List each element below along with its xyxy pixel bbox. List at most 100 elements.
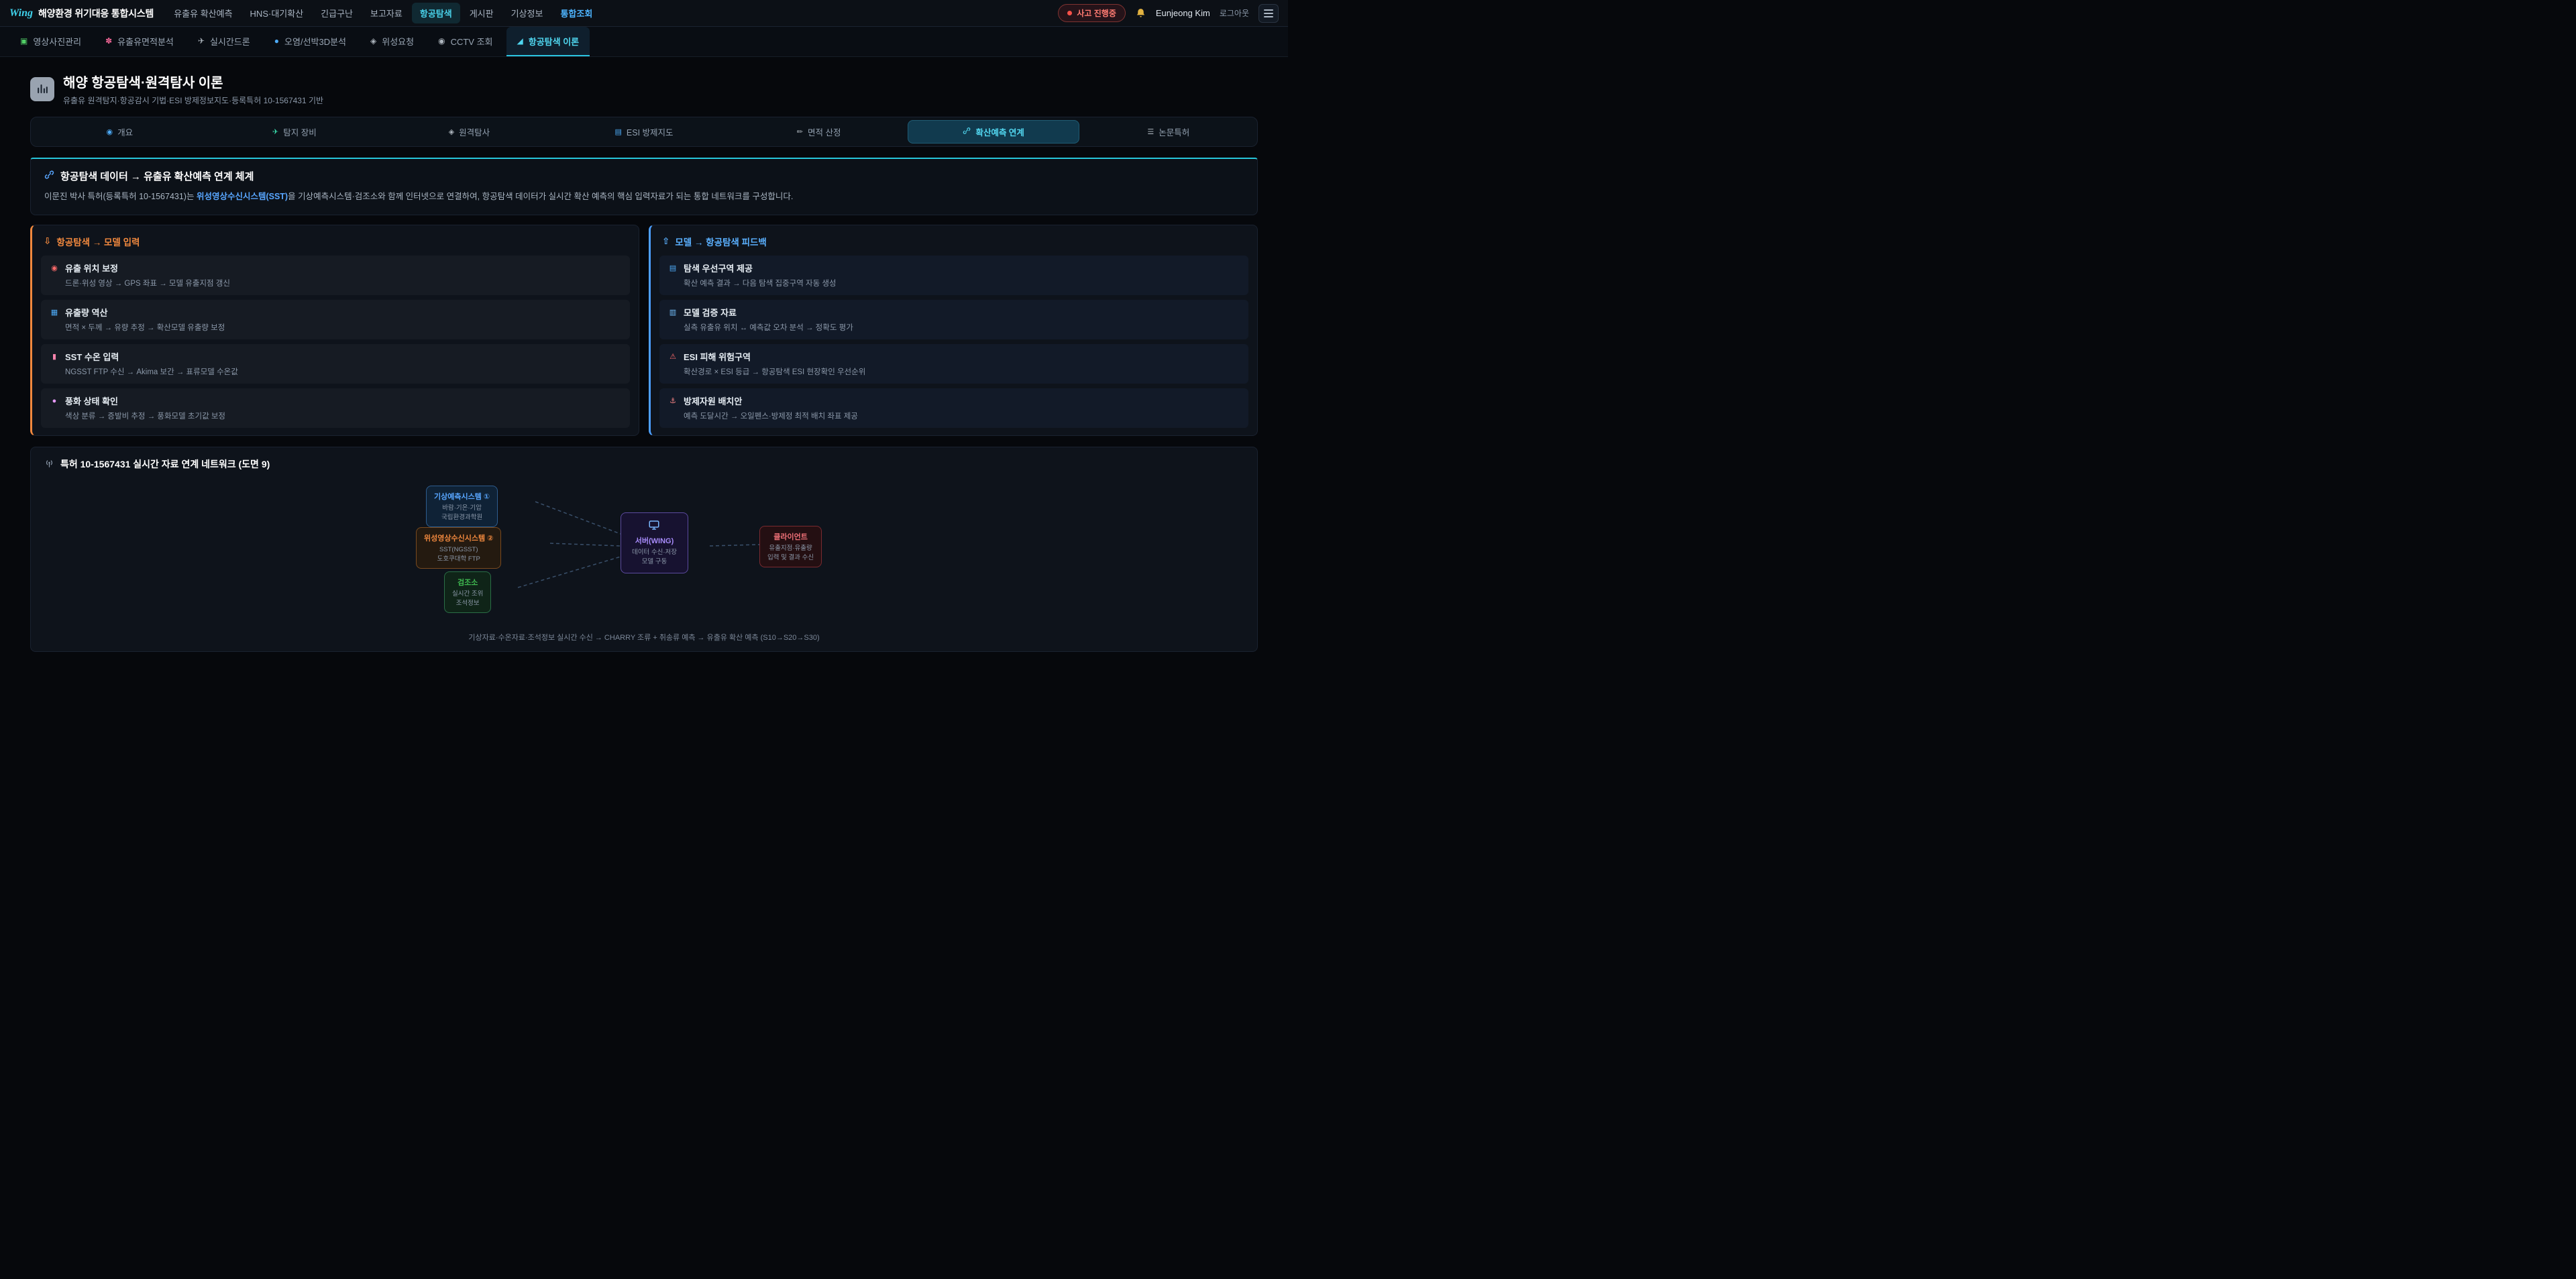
cctv-icon: ◉	[438, 36, 445, 46]
subnav-item-oil-area-analysis[interactable]: ✽ 유출유면적분석	[95, 27, 184, 56]
subnav-item-satellite-request[interactable]: ◈ 위성요청	[360, 27, 425, 56]
network-diagram: 기상예측시스템 ① 바람·기온·기압 국립환경과학원 위성영상수신시스템 ② S…	[416, 486, 872, 625]
node-tide-station[interactable]: 검조소 실시간 조위 조석정보	[444, 571, 491, 613]
tab-esi-map[interactable]: ▤ ESI 방제지도	[558, 120, 731, 144]
item-desc: 드론·위성 영상 → GPS 좌표 → 모델 유출지점 갱신	[65, 278, 621, 288]
sst-system-link[interactable]: 위성영상수신시스템(SST)	[197, 192, 288, 201]
input-card-title: 항공탐색 → 모델 입력	[56, 235, 140, 248]
topnav-right-group: 사고 진행중 Eunjeong Kim 로그아웃	[1058, 4, 1279, 23]
map-icon: ▤	[668, 264, 678, 272]
node-line: 모델 구동	[632, 557, 677, 566]
map-icon: ▤	[615, 127, 622, 136]
flow-cards-row: ⇩ 항공탐색 → 모델 입력 ◉ 유출 위치 보정 드론·위성 영상 → GPS…	[30, 225, 1258, 436]
intro-text-after: 을 기상예측시스템·검조소와 함께 인터넷으로 연결하여, 항공탐색 데이터가 …	[288, 192, 793, 201]
nav-item-reports[interactable]: 보고자료	[362, 3, 411, 23]
inbox-icon: ⇩	[44, 236, 51, 247]
list-item: ▮ SST 수온 입력 NGSST FTP 수신 → Akima 보간 → 표류…	[41, 344, 630, 384]
link-icon	[44, 170, 54, 182]
tab-remote-sensing[interactable]: ◈ 원격탐사	[383, 120, 555, 144]
node-wing-server[interactable]: 서버(WING) 데이터 수신·저장 모델 구동	[621, 512, 688, 573]
list-item: ▥ 모델 검증 자료 실측 유출유 위치 ↔ 예측값 오차 분석 → 정확도 평…	[659, 300, 1248, 339]
intro-paragraph: 이문진 박사 특허(등록특허 10-1567431)는 위성영상수신시스템(SS…	[44, 190, 1244, 203]
item-title: 풍화 상태 확인	[65, 394, 118, 407]
intro-text-before: 이문진 박사 특허(등록특허 10-1567431)는	[44, 192, 197, 201]
clipboard-icon: ▥	[668, 308, 678, 317]
node-weather-system[interactable]: 기상예측시스템 ① 바람·기온·기압 국립환경과학원	[426, 486, 498, 527]
list-item: ▤ 탐색 우선구역 제공 확산 예측 결과 → 다음 탐색 집중구역 자동 생성	[659, 256, 1248, 295]
subnav-label: 오염/선박3D분석	[284, 35, 346, 48]
subnav-item-cctv[interactable]: ◉ CCTV 조회	[427, 27, 503, 56]
app-logo[interactable]: Wing 해양환경 위기대응 통합시스템	[9, 7, 154, 20]
drone-icon: ✈	[198, 36, 205, 46]
ship-icon: ⚓	[668, 396, 678, 405]
antenna-icon	[44, 458, 54, 470]
notification-bell-icon[interactable]	[1135, 7, 1146, 19]
node-line: 입력 및 결과 수신	[767, 553, 814, 562]
item-title: 모델 검증 자료	[684, 306, 737, 319]
nav-item-integrated-search[interactable]: 통합조회	[552, 3, 600, 23]
alert-dot-icon	[1067, 11, 1072, 15]
item-desc: 면적 × 두께 → 유량 추정 → 확산모델 유출량 보정	[65, 322, 621, 333]
model-input-card: ⇩ 항공탐색 → 모델 입력 ◉ 유출 위치 보정 드론·위성 영상 → GPS…	[30, 225, 639, 436]
node-line: 유출지점·유출량	[767, 544, 814, 553]
item-title: 유출량 역산	[65, 306, 107, 319]
list-item: ⚓ 방제자원 배치안 예측 도달시간 → 오일펜스·방제정 최적 배치 좌표 제…	[659, 388, 1248, 428]
tab-papers-patents[interactable]: ☰ 논문특허	[1082, 120, 1254, 144]
subnav-item-image-management[interactable]: ▣ 영상사진관리	[9, 27, 92, 56]
tab-label: 확산예측 연계	[975, 125, 1024, 138]
satellite-icon: ◈	[449, 127, 454, 136]
node-title: 서버(WING)	[632, 535, 677, 546]
sphere-icon: ●	[274, 36, 279, 46]
plane-icon: ✈	[272, 127, 278, 136]
nav-item-spill-prediction[interactable]: 유출유 확산예측	[166, 3, 240, 23]
node-line: 바람·기온·기압	[434, 504, 490, 512]
sub-navigation: ▣ 영상사진관리 ✽ 유출유면적분석 ✈ 실시간드론 ● 오염/선박3D분석 ◈…	[0, 27, 1288, 57]
nav-item-hns-atmosphere[interactable]: HNS·대기확산	[242, 3, 312, 23]
tab-overview[interactable]: ◉ 개요	[34, 120, 206, 144]
node-title: 위성영상수신시스템 ②	[424, 533, 493, 543]
item-desc: 예측 도달시간 → 오일펜스·방제정 최적 배치 좌표 제공	[684, 410, 1240, 421]
network-diagram-section: 특허 10-1567431 실시간 자료 연계 네트워크 (도면 9) 기상예측…	[30, 447, 1258, 652]
item-desc: 확산경로 × ESI 등급 → 항공탐색 ESI 현장확인 우선순위	[684, 366, 1240, 377]
menu-button[interactable]	[1258, 4, 1279, 23]
pencil-icon: ✏	[797, 127, 803, 136]
subnav-label: 영상사진관리	[33, 35, 81, 48]
page-chart-icon	[30, 77, 54, 101]
node-satellite-receiver[interactable]: 위성영상수신시스템 ② SST(NGSST) 도호쿠대학 FTP	[416, 527, 501, 569]
item-title: 탐색 우선구역 제공	[684, 262, 753, 274]
subnav-item-ship-3d-analysis[interactable]: ● 오염/선박3D분석	[264, 27, 357, 56]
tab-label: 원격탐사	[459, 125, 490, 138]
nav-item-board[interactable]: 게시판	[462, 3, 502, 23]
tab-area-calculation[interactable]: ✏ 면적 산정	[733, 120, 905, 144]
node-line: 국립환경과학원	[434, 513, 490, 522]
item-desc: 실측 유출유 위치 ↔ 예측값 오차 분석 → 정확도 평가	[684, 322, 1240, 333]
list-item: ▦ 유출량 역산 면적 × 두께 → 유량 추정 → 확산모델 유출량 보정	[41, 300, 630, 339]
incident-status-badge[interactable]: 사고 진행중	[1058, 4, 1126, 22]
nav-item-emergency-rescue[interactable]: 긴급구난	[313, 3, 361, 23]
list-item: ● 풍화 상태 확인 색상 분류 → 증발비 추정 → 풍화모델 초기값 보정	[41, 388, 630, 428]
nav-item-weather-info[interactable]: 기상정보	[503, 3, 551, 23]
tab-prediction-link[interactable]: 확산예측 연계	[908, 120, 1080, 144]
node-title: 검조소	[452, 577, 483, 588]
pin-icon: ◉	[50, 264, 59, 272]
image-icon: ▣	[20, 36, 28, 46]
subnav-item-realtime-drone[interactable]: ✈ 실시간드론	[187, 27, 261, 56]
tab-label: 면적 산정	[808, 125, 841, 138]
page-header: 해양 항공탐색·원격탐사 이론 유출유 원격탐지·항공감시 기법·ESI 방제정…	[30, 72, 1258, 106]
page-title: 해양 항공탐색·원격탐사 이론	[63, 72, 323, 91]
subnav-label: CCTV 조회	[451, 35, 493, 48]
subnav-item-aerial-search-theory[interactable]: ◢ 항공탐색 이론	[506, 27, 590, 56]
tab-detection-equipment[interactable]: ✈ 탐지 장비	[209, 120, 381, 144]
logout-button[interactable]: 로그아웃	[1220, 7, 1249, 19]
overview-icon: ◉	[106, 127, 113, 136]
node-title: 기상예측시스템 ①	[434, 491, 490, 502]
node-client[interactable]: 클라이언트 유출지점·유출량 입력 및 결과 수신	[759, 526, 822, 567]
node-line: 도호쿠대학 FTP	[424, 555, 493, 563]
list-item: ⚠ ESI 피해 위험구역 확산경로 × ESI 등급 → 항공탐색 ESI 현…	[659, 344, 1248, 384]
bar-chart-icon: ▦	[50, 308, 59, 317]
node-title: 클라이언트	[767, 531, 814, 542]
wing-logo-icon: Wing	[9, 7, 33, 19]
chart-icon: ◢	[517, 36, 523, 46]
nav-item-aerial-search[interactable]: 항공탐색	[412, 3, 460, 23]
subnav-label: 항공탐색 이론	[529, 35, 579, 48]
